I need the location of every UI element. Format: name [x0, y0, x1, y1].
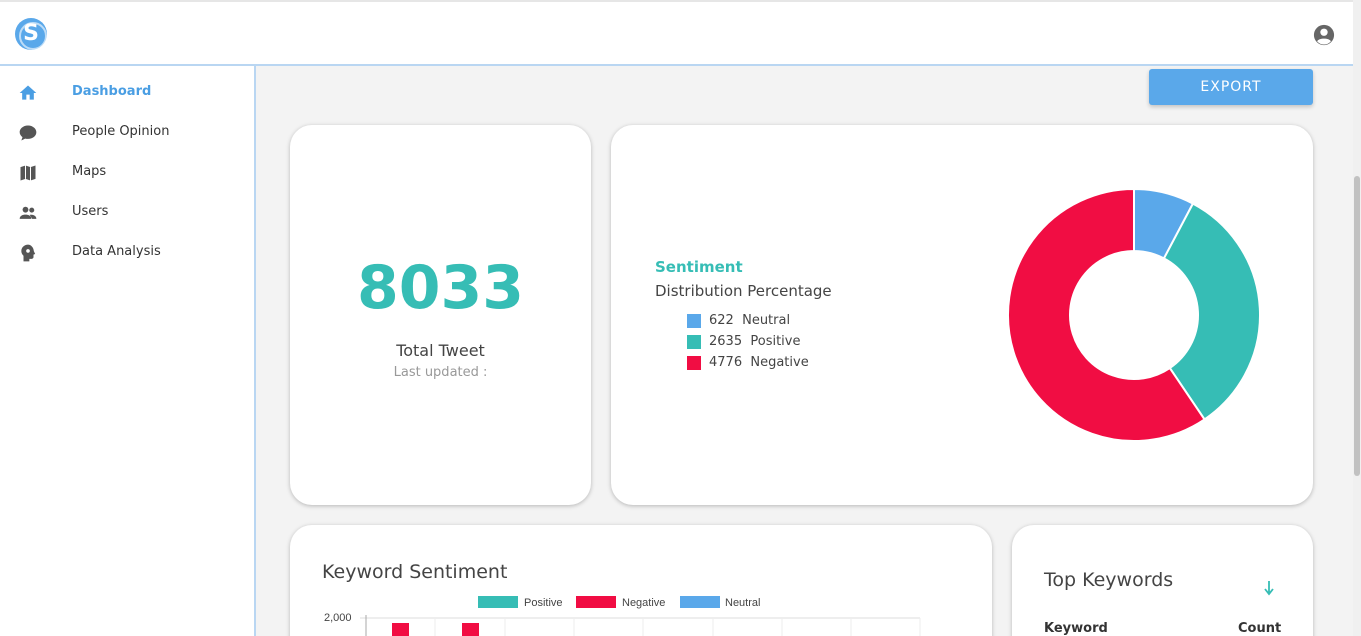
sidebar: Dashboard People Opinion Maps Users Data…	[0, 66, 256, 636]
keyword-sentiment-card: Keyword Sentiment Positive Negative Neut…	[290, 525, 992, 636]
legend-swatch-negative	[576, 596, 616, 608]
legend-swatch-positive	[478, 596, 518, 608]
legend-label-neutral: Neutral	[725, 597, 760, 609]
column-header-keyword[interactable]: Keyword	[1044, 621, 1108, 636]
sidebar-item-dashboard[interactable]: Dashboard	[0, 73, 254, 113]
sidebar-item-label: Users	[72, 204, 109, 219]
brain-gear-icon	[21, 244, 36, 262]
legend-swatch-neutral	[680, 596, 720, 608]
legend-count: 622	[709, 313, 734, 328]
sidebar-item-label: Data Analysis	[72, 244, 161, 259]
legend-count: 4776	[709, 355, 743, 370]
bar-negative	[462, 623, 479, 636]
total-tweet-count: 8033	[357, 253, 524, 323]
account-circle-icon[interactable]	[1313, 24, 1335, 46]
legend-swatch	[687, 355, 701, 370]
page-scrollbar[interactable]	[1353, 0, 1361, 636]
scrollbar-thumb[interactable]	[1354, 176, 1360, 476]
total-tweet-card: 8033 Total Tweet Last updated :	[290, 125, 591, 505]
sidebar-item-maps[interactable]: Maps	[0, 153, 254, 193]
sidebar-item-label: Dashboard	[72, 84, 152, 99]
sentiment-subtitle: Distribution Percentage	[655, 282, 832, 300]
sidebar-item-users[interactable]: Users	[0, 193, 254, 233]
chat-bubble-icon	[19, 125, 37, 141]
sentiment-title: Sentiment	[655, 258, 743, 276]
legend-item-positive: 2635 Positive	[687, 334, 800, 352]
legend-label: Positive	[750, 334, 801, 349]
sentiment-card: Sentiment Distribution Percentage 622 Ne…	[611, 125, 1313, 505]
logo-letter: S	[23, 21, 39, 46]
total-tweet-label: Total Tweet	[396, 341, 485, 360]
legend-label: Negative	[750, 355, 809, 370]
top-keywords-card: Top Keywords Keyword Count	[1012, 525, 1313, 636]
sentiment-donut-chart	[1007, 187, 1261, 442]
arrow-down-icon[interactable]	[1262, 579, 1276, 597]
top-bar: S	[0, 0, 1353, 66]
map-icon	[20, 165, 36, 181]
legend-item-neutral: 622 Neutral	[687, 313, 790, 331]
sidebar-item-label: Maps	[72, 164, 107, 179]
top-keywords-title: Top Keywords	[1044, 569, 1174, 591]
legend-label-positive: Positive	[524, 597, 563, 609]
last-updated-text: Last updated :	[393, 365, 488, 380]
legend-label-negative: Negative	[622, 597, 665, 609]
legend-count: 2635	[709, 334, 743, 349]
bar-negative	[392, 623, 409, 636]
sidebar-item-data-analysis[interactable]: Data Analysis	[0, 233, 254, 273]
column-header-count[interactable]: Count	[1238, 621, 1281, 636]
home-icon	[19, 85, 37, 100]
export-button[interactable]: EXPORT	[1149, 69, 1313, 105]
keyword-sentiment-title: Keyword Sentiment	[322, 561, 508, 583]
users-icon	[19, 206, 37, 219]
legend-label: Neutral	[742, 313, 791, 328]
sidebar-item-people-opinion[interactable]: People Opinion	[0, 113, 254, 153]
y-tick-label: 2,000	[324, 612, 352, 624]
app-logo[interactable]: S	[15, 18, 47, 50]
keyword-sentiment-chart: Positive Negative Neutral 2,000	[324, 596, 921, 636]
legend-swatch	[687, 313, 701, 328]
x-gridlines	[434, 618, 921, 636]
legend-item-negative: 4776 Negative	[687, 355, 809, 373]
legend-swatch	[687, 334, 701, 349]
sidebar-item-label: People Opinion	[72, 124, 170, 139]
